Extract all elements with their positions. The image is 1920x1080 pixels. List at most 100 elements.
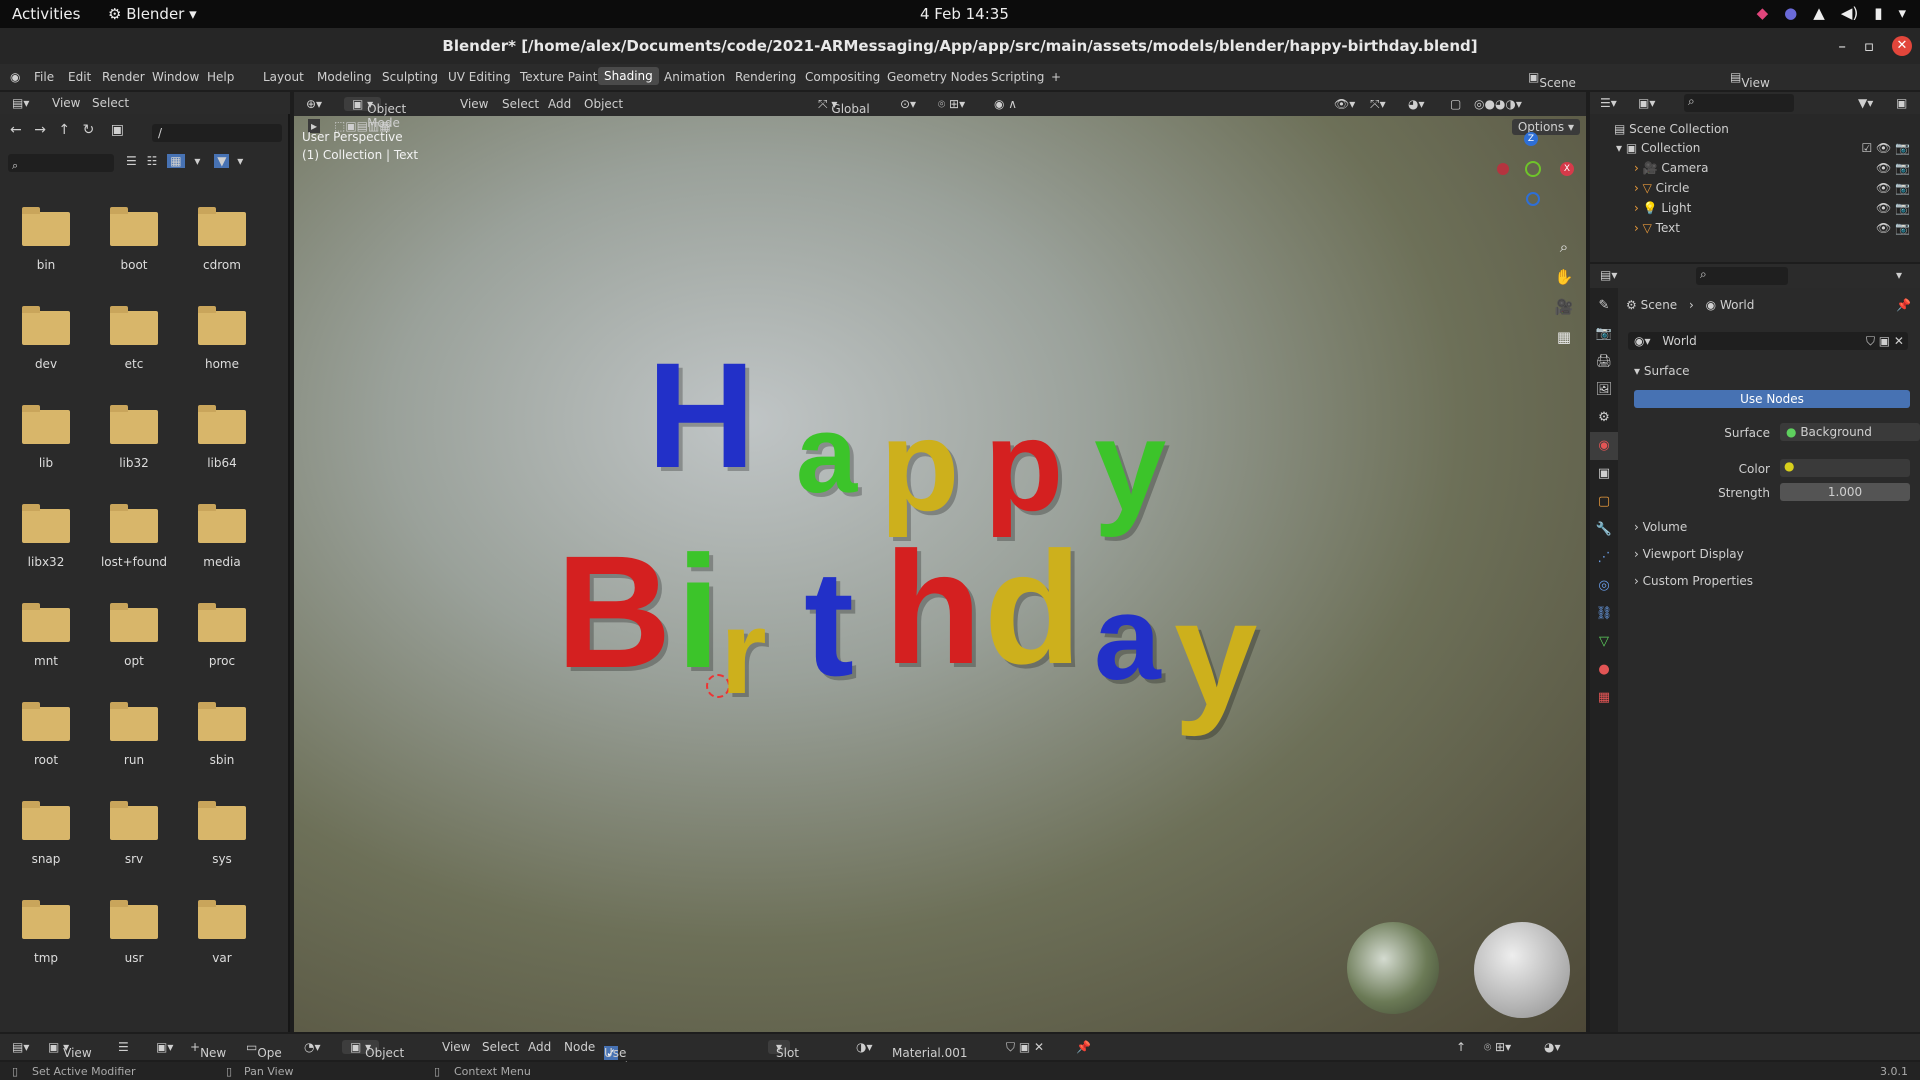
transform-orientation-dropdown[interactable]: ⤧ Global ▾ bbox=[818, 97, 870, 116]
properties-editor-type-icon[interactable]: ▤▾ bbox=[1600, 268, 1617, 282]
use-nodes-button[interactable]: Use Nodes bbox=[1634, 390, 1910, 408]
editor-type-icon[interactable]: ▤▾ bbox=[12, 96, 29, 110]
forward-icon[interactable]: → bbox=[34, 122, 46, 138]
overlay-toggle-icon[interactable]: ◕▾ bbox=[1408, 97, 1425, 111]
pivot-icon[interactable]: ⊙▾ bbox=[900, 97, 916, 111]
folder-item[interactable]: snap bbox=[6, 801, 86, 866]
modifier-tab-icon[interactable]: 🔧 bbox=[1590, 516, 1618, 544]
constraints-tab-icon[interactable]: ⛓ bbox=[1590, 600, 1618, 628]
shading-modes[interactable]: ◎●◕◑▾ bbox=[1474, 97, 1522, 111]
sort-dropdown-icon[interactable]: ▾ bbox=[194, 154, 200, 168]
proportional-edit-icon[interactable]: ◉ ∧ bbox=[994, 97, 1017, 111]
gizmo-toggle-icon[interactable]: ⤧▾ bbox=[1370, 97, 1386, 112]
neg-x-axis-icon[interactable] bbox=[1497, 163, 1509, 175]
visibility-icons[interactable]: 👁 📷 bbox=[1876, 201, 1910, 215]
folder-item[interactable]: lib64 bbox=[182, 405, 262, 470]
new-image-button[interactable]: + New bbox=[190, 1040, 226, 1060]
minimize-icon[interactable]: – bbox=[1838, 28, 1846, 64]
slot-dropdown[interactable]: Slot 1 ▾ bbox=[768, 1040, 799, 1074]
menu-help[interactable]: Help bbox=[207, 70, 234, 84]
add-workspace-icon[interactable]: + bbox=[1051, 70, 1061, 84]
menu-edit[interactable]: Edit bbox=[68, 70, 91, 84]
file-menu-select[interactable]: Select bbox=[92, 96, 129, 110]
menu-render[interactable]: Render bbox=[102, 70, 145, 84]
volume-icon[interactable]: ◀) bbox=[1841, 4, 1858, 22]
pan-hand-icon[interactable]: ✋ bbox=[1552, 262, 1576, 292]
app-menu[interactable]: ⚙ Blender ▾ bbox=[108, 5, 197, 23]
viewport-editor-type-icon[interactable]: ⊕▾ bbox=[306, 97, 322, 111]
folder-item[interactable]: run bbox=[94, 702, 174, 767]
viewport-menu-add[interactable]: Add bbox=[548, 97, 571, 111]
folder-item[interactable]: sys bbox=[182, 801, 262, 866]
tab-layout[interactable]: Layout bbox=[263, 70, 304, 84]
visibility-icons[interactable]: 👁 📷 bbox=[1876, 161, 1910, 175]
folder-item[interactable]: cdrom bbox=[182, 207, 262, 272]
folder-item[interactable]: home bbox=[182, 306, 262, 371]
back-icon[interactable]: ← bbox=[10, 122, 22, 138]
battery-icon[interactable]: ▮ bbox=[1874, 4, 1882, 22]
custom-properties-panel-header[interactable]: › Custom Properties bbox=[1634, 574, 1753, 588]
parent-node-tree-icon[interactable]: ↑ bbox=[1456, 1040, 1466, 1054]
navigation-gizmo[interactable]: Z X bbox=[1494, 132, 1574, 212]
refresh-icon[interactable]: ↻ bbox=[83, 122, 95, 138]
folder-item[interactable]: etc bbox=[94, 306, 174, 371]
filter-icon[interactable]: ▼ bbox=[214, 154, 230, 168]
wifi-icon[interactable]: ▲ bbox=[1813, 4, 1825, 22]
texture-tab-icon[interactable]: ▦ bbox=[1590, 684, 1618, 712]
folder-item[interactable]: tmp bbox=[6, 900, 86, 965]
file-search-input[interactable]: ⌕ bbox=[8, 154, 114, 172]
folder-item[interactable]: lib bbox=[6, 405, 86, 470]
pin-node-tree-icon[interactable]: 📌 bbox=[1076, 1040, 1091, 1054]
y-axis-icon[interactable] bbox=[1525, 161, 1541, 177]
particles-tab-icon[interactable]: ⋰ bbox=[1590, 544, 1618, 572]
scene-tab-icon[interactable]: ⚙ bbox=[1590, 404, 1618, 432]
teams-icon[interactable]: ● bbox=[1784, 4, 1797, 22]
viewport-display-panel-header[interactable]: › Viewport Display bbox=[1634, 547, 1744, 561]
outliner-item-circle[interactable]: › ▽ Circle 👁 📷 bbox=[1634, 181, 1916, 195]
tab-texture-paint[interactable]: Texture Paint bbox=[520, 70, 597, 84]
strength-field[interactable]: 1.000 bbox=[1780, 483, 1910, 501]
outliner-filter-icon[interactable]: ▼▾ bbox=[1858, 96, 1873, 110]
view-layer-tab-icon[interactable]: 🖼 bbox=[1590, 376, 1618, 404]
object-tab-icon[interactable]: ▢ bbox=[1590, 488, 1618, 516]
folder-item[interactable]: mnt bbox=[6, 603, 86, 668]
scene-selector[interactable]: ▣ Scene bbox=[1528, 70, 1576, 90]
folder-item[interactable]: opt bbox=[94, 603, 174, 668]
open-image-button[interactable]: ▭ Ope bbox=[246, 1040, 282, 1060]
tab-shading[interactable]: Shading bbox=[598, 67, 659, 85]
filter-dropdown-icon[interactable]: ▾ bbox=[237, 154, 243, 168]
tab-modeling[interactable]: Modeling bbox=[317, 70, 372, 84]
ortho-grid-icon[interactable]: ▦ bbox=[1552, 322, 1576, 352]
properties-search-input[interactable]: ⌕ bbox=[1696, 267, 1788, 285]
material-tab-icon[interactable]: ● bbox=[1590, 656, 1618, 684]
tab-animation[interactable]: Animation bbox=[664, 70, 725, 84]
node-select-menu[interactable]: Select bbox=[482, 1040, 519, 1054]
bottom-view-menu[interactable]: ▣ View ▾ bbox=[48, 1040, 92, 1060]
outliner-search-input[interactable]: ⌕ bbox=[1684, 94, 1794, 112]
folder-item[interactable]: boot bbox=[94, 207, 174, 272]
surface-shader-field[interactable]: ● Background bbox=[1780, 423, 1920, 441]
xray-icon[interactable]: ▢ bbox=[1450, 97, 1461, 111]
tab-uv-editing[interactable]: UV Editing bbox=[448, 70, 511, 84]
power-menu-icon[interactable]: ▾ bbox=[1898, 4, 1906, 22]
outliner-item-text[interactable]: › ▽ Text 👁 📷 bbox=[1634, 221, 1916, 235]
node-snap-icon[interactable]: ⌾ ⊞▾ bbox=[1484, 1040, 1511, 1055]
folder-item[interactable]: media bbox=[182, 504, 262, 569]
camera-view-icon[interactable]: 🎥 bbox=[1552, 292, 1576, 322]
visibility-icons[interactable]: 👁 📷 bbox=[1876, 221, 1910, 235]
outliner-item-camera[interactable]: › 🎥 Camera 👁 📷 bbox=[1634, 161, 1916, 175]
collection-tab-icon[interactable]: ▣ bbox=[1590, 460, 1618, 488]
zoom-icon[interactable]: ⌕ bbox=[1552, 232, 1576, 262]
properties-options-icon[interactable]: ▾ bbox=[1896, 268, 1902, 282]
outliner-item-light[interactable]: › 💡 Light 👁 📷 bbox=[1634, 201, 1916, 215]
collection-row[interactable]: ▾ ▣ Collection ☑ 👁 📷 bbox=[1616, 141, 1916, 155]
color-field[interactable]: ● bbox=[1780, 459, 1910, 477]
collection-visibility-icons[interactable]: ☑ 👁 📷 bbox=[1861, 141, 1910, 155]
material-datablock-buttons[interactable]: ⛉ ▣ ✕ bbox=[1006, 1040, 1044, 1055]
folder-item[interactable]: lost+found bbox=[94, 504, 174, 569]
node-editor-type-icon[interactable]: ◔▾ bbox=[304, 1040, 321, 1054]
thumbnail-view-icon[interactable]: ▦ bbox=[167, 154, 185, 168]
new-collection-icon[interactable]: ▣ bbox=[1896, 96, 1907, 110]
world-tab-icon[interactable]: ◉ bbox=[1590, 432, 1618, 460]
new-folder-icon[interactable]: ▣ bbox=[111, 122, 124, 138]
